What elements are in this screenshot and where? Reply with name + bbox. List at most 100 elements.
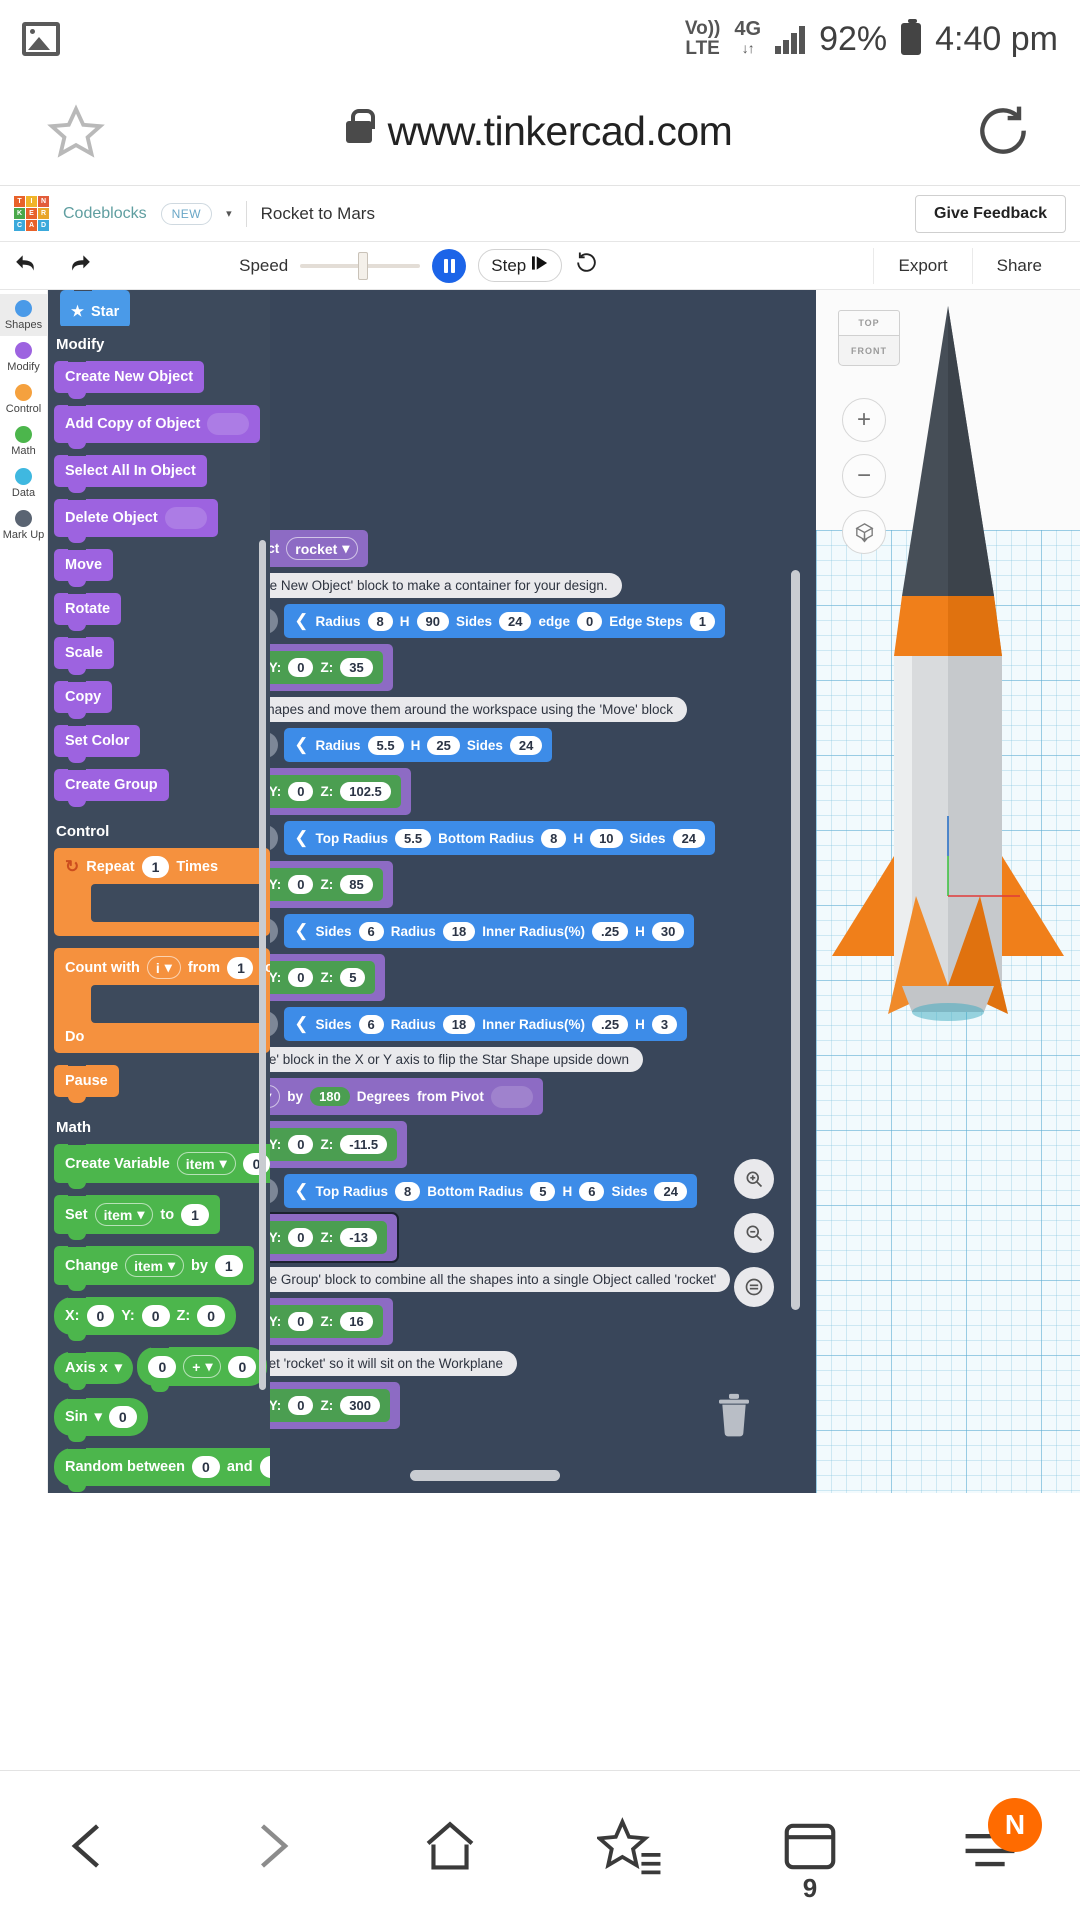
- palette-block-random[interactable]: Random between 0 and 10: [54, 1442, 270, 1492]
- undo-arrow-icon[interactable]: [14, 253, 40, 278]
- param-input-sides[interactable]: 6: [358, 1014, 384, 1034]
- param-input-bottom-radius[interactable]: 5: [530, 1181, 556, 1201]
- code-row-rotate[interactable]: RotateAxis x▾by180Degreesfrom Pivot: [270, 1078, 730, 1115]
- shape-hole-swatch[interactable]: [270, 825, 279, 851]
- code-row-comment[interactable]: //Add specific shapes and move them arou…: [270, 697, 730, 722]
- palette-block-scale[interactable]: Scale: [54, 631, 114, 675]
- create-variable-dropdown[interactable]: item ▾: [176, 1152, 236, 1175]
- category-control[interactable]: Control: [0, 378, 47, 420]
- set-variable-dropdown[interactable]: item ▾: [94, 1203, 154, 1226]
- trig-value-input[interactable]: 0: [108, 1406, 137, 1428]
- xyz-y-input[interactable]: 0: [141, 1305, 170, 1327]
- palette-block-set-color[interactable]: Set Color: [54, 719, 141, 763]
- rotate-pivot-slot[interactable]: [490, 1085, 533, 1108]
- move-coordinates[interactable]: X:0Y:0Z:85: [270, 868, 383, 901]
- restart-icon[interactable]: [574, 250, 599, 282]
- move-block[interactable]: Move:X:0Y:0Z:-13: [270, 1212, 400, 1263]
- param-input-inner-radius---[interactable]: .25: [592, 1014, 629, 1034]
- bookmark-star-icon[interactable]: [46, 103, 106, 161]
- breadcrumb-codeblocks[interactable]: Codeblocks: [63, 205, 147, 223]
- palette-block-math-op[interactable]: 0 + ▾ 0: [137, 1341, 268, 1392]
- code-row-add-shape[interactable]: Add❮Top Radius5.5Bottom Radius8H10Sides2…: [270, 821, 730, 855]
- zoom-in-icon[interactable]: [734, 1159, 774, 1199]
- code-row-add-shape[interactable]: Add❮Radius5.5H25Sides24: [270, 728, 730, 762]
- shape-params-block[interactable]: ❮ Top Radius 8 Bottom Radius 5 H 6 Sides 24: [284, 1174, 697, 1208]
- palette-block-trig[interactable]: Sin ▾ 0: [54, 1392, 148, 1442]
- shape-hole-swatch[interactable]: [270, 1178, 279, 1204]
- move-z-input[interactable]: 102.5: [340, 782, 391, 801]
- param-input-h[interactable]: 25: [427, 735, 460, 755]
- viewport-fit-view-icon[interactable]: [842, 510, 886, 554]
- palette-block-add-copy-of-object[interactable]: Add Copy of Object: [54, 399, 261, 449]
- move-y-input[interactable]: 0: [288, 1135, 314, 1154]
- palette-block-change[interactable]: Change item ▾ by 1: [54, 1240, 254, 1291]
- repeat-body-slot[interactable]: [91, 884, 259, 922]
- palette-scrollbar[interactable]: [259, 540, 266, 1390]
- param-input-top-radius[interactable]: 8: [395, 1181, 421, 1201]
- category-modify[interactable]: Modify: [0, 336, 47, 378]
- category-mark-up[interactable]: Mark Up: [0, 504, 47, 546]
- move-z-input[interactable]: -11.5: [340, 1135, 388, 1154]
- param-input-sides[interactable]: 6: [358, 921, 384, 941]
- rotate-degrees-input[interactable]: 180: [310, 1087, 350, 1106]
- view-cube-top-face[interactable]: TOP: [838, 310, 900, 336]
- move-y-input[interactable]: 0: [288, 658, 314, 677]
- repeat-count-input[interactable]: 1: [141, 856, 170, 878]
- move-z-input[interactable]: -13: [340, 1228, 378, 1247]
- palette-block-create-variable[interactable]: Create Variable item ▾ 0: [54, 1138, 270, 1189]
- viewport-zoom-in-button[interactable]: +: [842, 398, 886, 442]
- set-value-input[interactable]: 1: [181, 1203, 209, 1226]
- nav-back-button[interactable]: [30, 1816, 150, 1876]
- param-input-edge-steps[interactable]: 1: [689, 611, 715, 631]
- move-coordinates[interactable]: X:0Y:0Z:300: [270, 1389, 390, 1422]
- palette-block-xyz[interactable]: X: 0 Y: 0 Z: 0: [54, 1291, 237, 1341]
- math-operator-dropdown[interactable]: + ▾: [183, 1355, 222, 1378]
- param-input-top-radius[interactable]: 5.5: [395, 828, 432, 848]
- move-y-input[interactable]: 0: [288, 1228, 314, 1247]
- category-shapes[interactable]: Shapes: [0, 294, 47, 336]
- param-input-h[interactable]: 10: [590, 828, 623, 848]
- redo-arrow-icon[interactable]: [66, 253, 92, 278]
- param-input-sides[interactable]: 24: [509, 735, 543, 755]
- move-coordinates[interactable]: X:0Y:0Z:-13: [270, 1221, 388, 1254]
- move-y-input[interactable]: 0: [288, 875, 314, 894]
- param-input-sides[interactable]: 24: [499, 611, 532, 631]
- palette-block-create-new-object[interactable]: Create New Object: [54, 355, 205, 399]
- comment-text[interactable]: Use the 'Create Group' block to combine …: [270, 1267, 731, 1292]
- shape-params-block[interactable]: ❮ Radius 8 H 90 Sides 24 edge 0 Edge Steps 1: [284, 604, 725, 638]
- code-row-move[interactable]: Move:X:0Y:0Z:85: [270, 861, 730, 908]
- code-row-add-shape[interactable]: Add❮Top Radius8Bottom Radius5H6Sides24: [270, 1174, 730, 1208]
- code-row-move[interactable]: Move:X:0Y:0Z:5: [270, 954, 730, 1001]
- palette-block-copy[interactable]: Copy: [54, 675, 113, 719]
- code-row-move[interactable]: Move:X:0Y:0Z:16: [270, 1298, 730, 1345]
- move-block[interactable]: Move:X:0Y:0Z:35: [270, 644, 393, 691]
- palette-block-pause[interactable]: Pause: [54, 1059, 119, 1103]
- palette-block-select-all-in-object[interactable]: Select All In Object: [54, 449, 207, 493]
- step-button[interactable]: Step: [478, 249, 563, 282]
- block-palette[interactable]: ★ Star Modify Create New Object Add Copy …: [48, 290, 270, 1493]
- change-value-input[interactable]: 1: [214, 1254, 243, 1277]
- rotate-axis-dropdown[interactable]: Axis x▾: [270, 1085, 281, 1108]
- project-title[interactable]: Rocket to Mars: [261, 204, 375, 224]
- move-y-input[interactable]: 0: [288, 968, 314, 987]
- nav-bookmarks-button[interactable]: [570, 1815, 690, 1877]
- param-input-h[interactable]: 6: [579, 1181, 605, 1201]
- random-max-input[interactable]: 10: [259, 1456, 270, 1478]
- export-button[interactable]: Export: [873, 247, 971, 284]
- code-block-stack[interactable]: Create New Objectrocket▾//Use the 'Creat…: [270, 530, 731, 1435]
- move-coordinates[interactable]: X:0Y:0Z:-11.5: [270, 1128, 398, 1161]
- code-row-add-shape[interactable]: Add❮Sides6Radius18Inner Radius(%).25H3: [270, 1007, 730, 1041]
- viewport-zoom-out-button[interactable]: −: [842, 454, 886, 498]
- palette-block-create-group[interactable]: Create Group: [54, 763, 169, 807]
- param-input-sides[interactable]: 24: [672, 828, 706, 848]
- canvas-horizontal-scrollbar[interactable]: [410, 1470, 560, 1481]
- move-y-input[interactable]: 0: [288, 782, 314, 801]
- canvas-vertical-scrollbar[interactable]: [791, 570, 800, 1310]
- pause-button[interactable]: [432, 248, 467, 283]
- nav-home-button[interactable]: [390, 1815, 510, 1877]
- param-input-radius[interactable]: 18: [442, 921, 476, 941]
- shape-hole-swatch[interactable]: [270, 1011, 279, 1037]
- shape-hole-swatch[interactable]: [270, 918, 279, 944]
- code-row-comment[interactable]: //Use the 'Rotate' block in the X or Y a…: [270, 1047, 730, 1072]
- param-input-bottom-radius[interactable]: 8: [541, 828, 567, 848]
